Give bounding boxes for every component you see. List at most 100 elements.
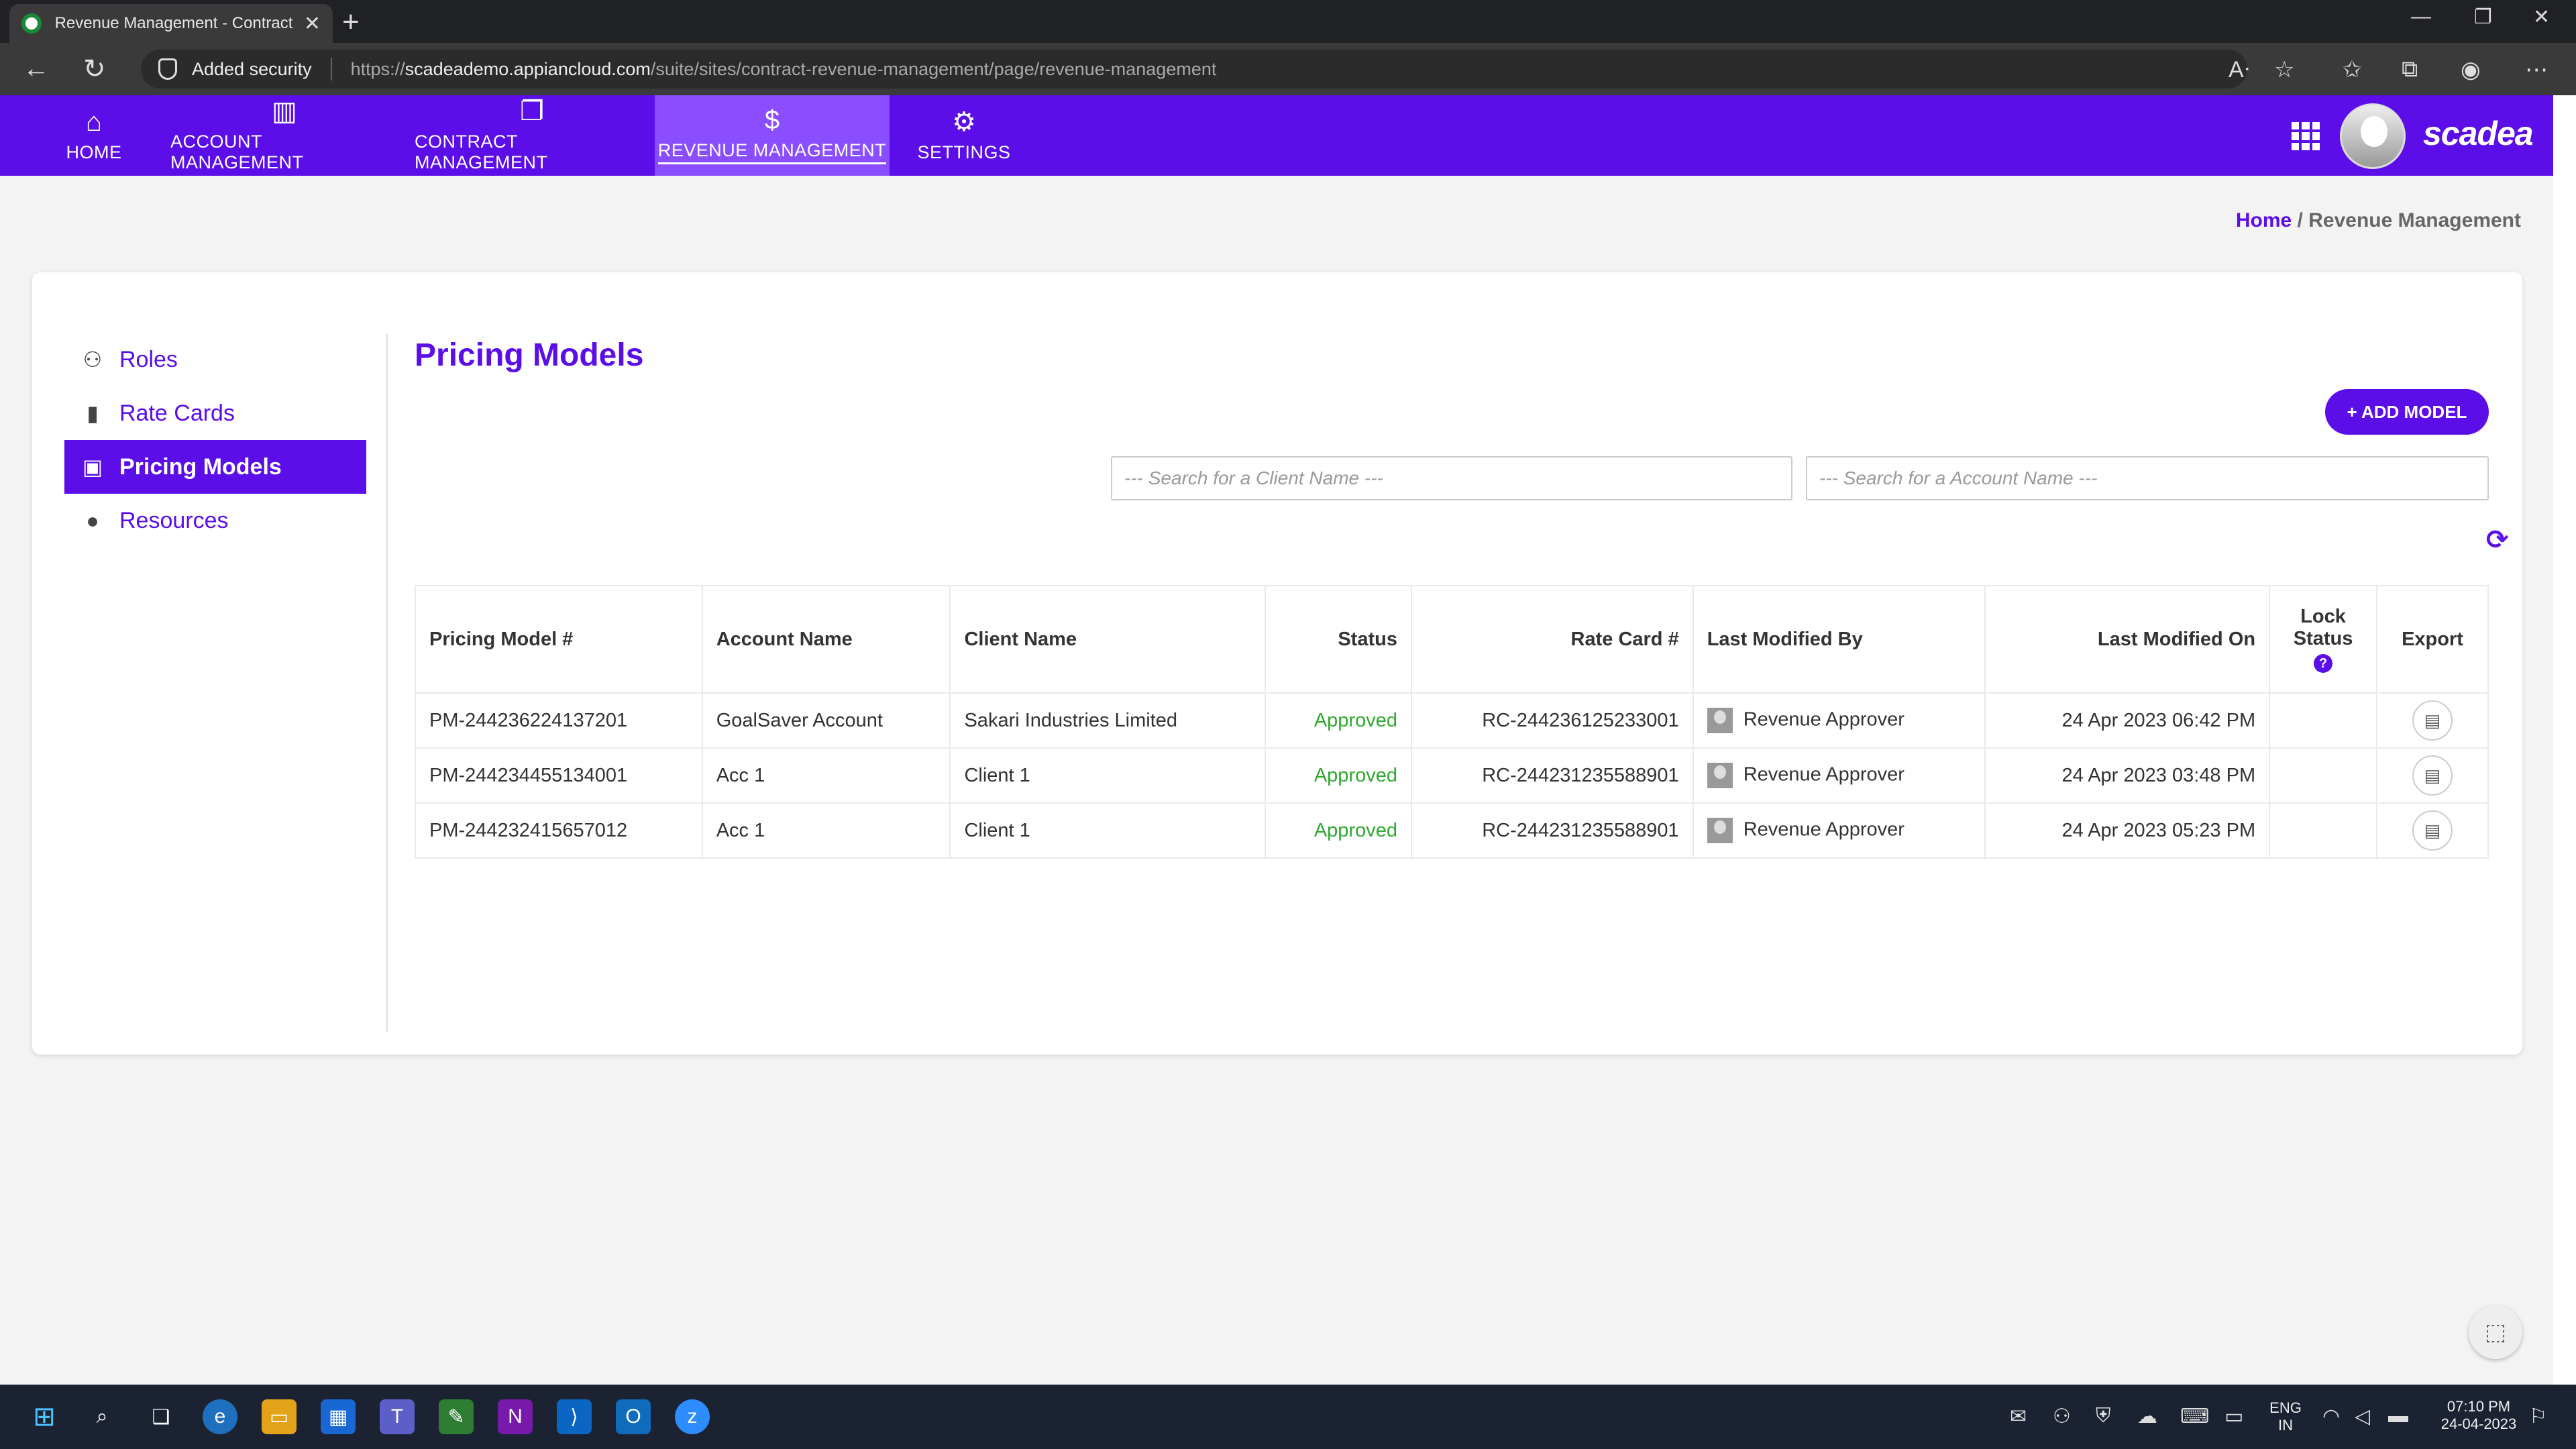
nav-home[interactable]: ⌂ HOME <box>40 95 148 176</box>
user-avatar[interactable] <box>2340 103 2406 169</box>
app-header: ⌂ HOME ▥ ACCOUNT MANAGEMENT ❐ CONTRACT M… <box>0 95 2553 176</box>
cell-last-modified-on: 24 Apr 2023 06:42 PM <box>1984 692 2271 749</box>
teams-icon[interactable]: T <box>380 1399 415 1434</box>
sidebar-item-rate-cards[interactable]: ▮ Rate Cards <box>64 386 366 440</box>
cell-last-modified-on: 24 Apr 2023 05:23 PM <box>1984 802 2271 859</box>
file-explorer-icon[interactable]: ▭ <box>262 1399 297 1434</box>
nav-account-management[interactable]: ▥ ACCOUNT MANAGEMENT <box>170 95 398 176</box>
new-tab-icon[interactable]: + <box>342 5 360 39</box>
language-indicator[interactable]: ENG IN <box>2267 1399 2304 1434</box>
search-icon[interactable]: ⌕ <box>85 1399 119 1434</box>
browser-toolbar: ← ↻ Added security https://scadeademo.ap… <box>0 43 2576 95</box>
col-pricing-model[interactable]: Pricing Model # <box>415 585 703 694</box>
teams-tray-icon[interactable]: ⚇ <box>2053 1405 2071 1428</box>
window-close-icon[interactable]: ✕ <box>2533 5 2550 29</box>
shield-icon <box>158 58 177 80</box>
notepad-icon[interactable]: ✎ <box>439 1399 474 1434</box>
store-icon[interactable]: ▦ <box>321 1399 356 1434</box>
address-bar[interactable]: Added security https://scadeademo.appian… <box>141 50 2247 89</box>
nav-settings[interactable]: ⚙ SETTINGS <box>907 95 1021 176</box>
col-rate-card[interactable]: Rate Card # <box>1410 585 1694 694</box>
money-icon: ▣ <box>82 455 103 479</box>
windows-start-icon[interactable]: ⊞ <box>27 1399 62 1434</box>
sidebar-item-resources[interactable]: ● Resources <box>64 494 366 547</box>
page-scrollbar[interactable] <box>2553 95 2576 1385</box>
volume-icon[interactable]: ◁ <box>2355 1405 2370 1428</box>
breadcrumb-home-link[interactable]: Home <box>2236 209 2292 231</box>
export-file-icon[interactable]: ▤ <box>2412 810 2453 851</box>
minimize-icon[interactable]: — <box>2411 5 2431 28</box>
outlook-icon[interactable]: O <box>616 1399 651 1434</box>
col-client-name[interactable]: Client Name <box>949 585 1267 694</box>
pricing-models-table: Pricing Model # Account Name Client Name… <box>415 585 2489 859</box>
sidebar-item-pricing-models[interactable]: ▣ Pricing Models <box>64 440 366 494</box>
breadcrumb-current: Revenue Management <box>2308 209 2521 231</box>
account-name-search-input[interactable] <box>1806 456 2489 500</box>
reload-icon[interactable]: ↻ <box>83 54 106 85</box>
profile-icon[interactable]: ◉ <box>2461 56 2481 83</box>
notifications-icon[interactable]: ⚐ <box>2529 1405 2547 1428</box>
edge-browser-icon[interactable]: e <box>203 1399 237 1434</box>
onedrive-icon[interactable]: ☁ <box>2137 1405 2157 1428</box>
site-favicon-icon <box>21 13 42 34</box>
task-view-icon[interactable]: ❏ <box>144 1399 178 1434</box>
add-model-button[interactable]: + ADD MODEL <box>2325 389 2489 435</box>
browser-tab[interactable]: Revenue Management - Contract Revenue Ma… <box>9 4 333 43</box>
cell-export: ▤ <box>2376 692 2489 749</box>
browser-tab-bar: Revenue Management - Contract Revenue Ma… <box>0 0 2576 43</box>
user-icon <box>1707 763 1733 788</box>
col-status[interactable]: Status <box>1265 585 1412 694</box>
col-last-modified-on[interactable]: Last Modified On <box>1984 585 2271 694</box>
keyboard-icon[interactable]: ⌨ <box>2180 1405 2209 1428</box>
onenote-icon[interactable]: N <box>498 1399 533 1434</box>
client-name-search-input[interactable] <box>1111 456 1792 500</box>
back-icon[interactable]: ← <box>23 54 50 84</box>
export-file-icon[interactable]: ▤ <box>2412 755 2453 796</box>
col-account-name[interactable]: Account Name <box>701 585 951 694</box>
nav-contract-management[interactable]: ❐ CONTRACT MANAGEMENT <box>415 95 649 176</box>
nav-revenue-management[interactable]: $ REVENUE MANAGEMENT <box>655 95 890 176</box>
cell-export: ▤ <box>2376 802 2489 859</box>
defender-tray-icon[interactable]: ⛨ <box>2096 1405 2111 1428</box>
wifi-icon[interactable]: ◠ <box>2322 1405 2340 1428</box>
vscode-icon[interactable]: ⟩ <box>557 1399 592 1434</box>
cell-last-modified-by: Revenue Approver <box>1692 692 1986 749</box>
more-options-icon[interactable]: ⋯ <box>2525 56 2548 83</box>
cell-last-modified-on: 24 Apr 2023 03:48 PM <box>1984 747 2271 804</box>
clock[interactable]: 07:10 PM 24-04-2023 <box>2435 1398 2522 1433</box>
cell-last-modified-by: Revenue Approver <box>1692 802 1986 859</box>
cell-lock-status <box>2269 747 2378 804</box>
table-row: PM-244234455134001 Acc 1 Client 1 Approv… <box>415 747 2489 804</box>
user-icon <box>1707 708 1733 733</box>
breadcrumb: Home / Revenue Management <box>2236 209 2521 232</box>
zoom-icon[interactable]: z <box>675 1399 710 1434</box>
url-text[interactable]: https://scadeademo.appiancloud.com/suite… <box>351 59 1217 80</box>
display-icon[interactable]: ▭ <box>2224 1405 2243 1428</box>
security-label[interactable]: Added security <box>192 59 312 80</box>
col-last-modified-by[interactable]: Last Modified By <box>1692 585 1986 694</box>
close-tab-icon[interactable]: ✕ <box>304 12 321 36</box>
apps-grid-icon[interactable] <box>2292 122 2320 150</box>
read-aloud-icon[interactable]: Aᐧ <box>2229 56 2249 83</box>
add-favorite-icon[interactable]: ☆ <box>2274 56 2294 83</box>
tab-title: Revenue Management - Contract Revenue Ma… <box>54 14 297 32</box>
sidebar-item-roles[interactable]: ⚇ Roles <box>64 333 366 386</box>
cell-last-modified-by: Revenue Approver <box>1692 747 1986 804</box>
page-title: Pricing Models <box>415 337 644 373</box>
outlook-tray-icon[interactable]: ✉ <box>2010 1405 2027 1428</box>
export-file-icon[interactable]: ▤ <box>2412 700 2453 741</box>
pointer-tool-icon[interactable]: ⬚ <box>2469 1305 2522 1359</box>
table-header-row: Pricing Model # Account Name Client Name… <box>415 585 2489 694</box>
cell-rate-card: RC-244231235588901 <box>1410 747 1694 804</box>
refresh-icon[interactable]: ⟳ <box>2486 525 2509 555</box>
url-separator <box>330 58 332 80</box>
content-card: ⚇ Roles ▮ Rate Cards ▣ Pricing Models ● … <box>32 272 2522 1055</box>
favorites-icon[interactable]: ✩ <box>2343 56 2362 83</box>
user-icon <box>1707 818 1733 843</box>
col-export: Export <box>2376 585 2489 694</box>
battery-icon[interactable]: ▬ <box>2388 1405 2408 1428</box>
sidebar: ⚇ Roles ▮ Rate Cards ▣ Pricing Models ● … <box>64 333 366 547</box>
collections-icon[interactable]: ⧉ <box>2402 56 2418 83</box>
restore-icon[interactable]: ❐ <box>2474 5 2492 29</box>
help-icon[interactable]: ? <box>2314 654 2333 673</box>
